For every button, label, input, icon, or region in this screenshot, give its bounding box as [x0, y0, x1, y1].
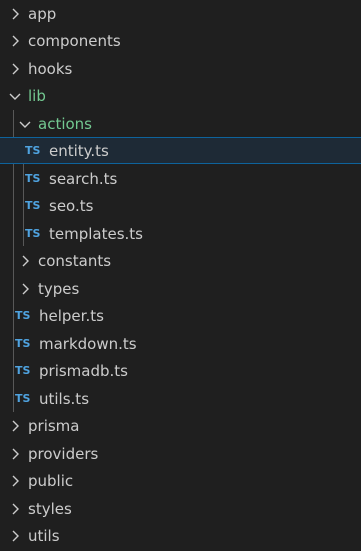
chevron-right-icon	[8, 529, 22, 543]
typescript-file-icon: TS	[15, 309, 31, 322]
tree-item-prismadb-ts[interactable]: TS prismadb.ts	[0, 357, 361, 384]
tree-item-label: search.ts	[49, 169, 118, 188]
tree-item-label: templates.ts	[49, 224, 143, 243]
tree-item-label: markdown.ts	[39, 334, 137, 353]
typescript-file-icon: TS	[25, 172, 41, 185]
tree-item-label: constants	[38, 251, 112, 270]
tree-item-label: seo.ts	[49, 196, 94, 215]
tree-item-constants[interactable]: constants	[0, 247, 361, 274]
tree-item-app[interactable]: app	[0, 0, 361, 27]
typescript-file-icon: TS	[15, 364, 31, 377]
tree-item-utils-ts[interactable]: TS utils.ts	[0, 385, 361, 412]
tree-item-types[interactable]: types	[0, 275, 361, 302]
tree-item-utils[interactable]: utils	[0, 522, 361, 549]
tree-item-label: helper.ts	[39, 306, 104, 325]
file-explorer-tree: app components hooks lib actions TS enti…	[0, 0, 361, 551]
tree-item-helper-ts[interactable]: TS helper.ts	[0, 302, 361, 329]
tree-item-label: types	[38, 279, 80, 298]
typescript-file-icon: TS	[15, 337, 31, 350]
tree-item-label: utils	[28, 526, 60, 545]
typescript-file-icon: TS	[25, 144, 41, 157]
chevron-right-icon	[18, 254, 32, 268]
tree-item-label: lib	[28, 86, 46, 105]
chevron-right-icon	[8, 62, 22, 76]
chevron-down-icon	[8, 89, 22, 103]
tree-item-lib[interactable]: lib	[0, 82, 361, 109]
tree-item-label: providers	[28, 444, 99, 463]
tree-item-label: styles	[28, 499, 72, 518]
chevron-right-icon	[8, 502, 22, 516]
tree-item-label: prismadb.ts	[39, 361, 128, 380]
chevron-right-icon	[8, 447, 22, 461]
chevron-right-icon	[18, 282, 32, 296]
tree-item-hooks[interactable]: hooks	[0, 55, 361, 82]
chevron-down-icon	[18, 117, 32, 131]
chevron-right-icon	[8, 474, 22, 488]
tree-item-seo-ts[interactable]: TS seo.ts	[0, 192, 361, 219]
tree-item-search-ts[interactable]: TS search.ts	[0, 165, 361, 192]
tree-item-label: actions	[38, 114, 92, 133]
tree-item-label: hooks	[28, 59, 73, 78]
typescript-file-icon: TS	[25, 227, 41, 240]
tree-item-entity-ts[interactable]: TS entity.ts	[0, 137, 361, 164]
tree-item-templates-ts[interactable]: TS templates.ts	[0, 220, 361, 247]
tree-item-markdown-ts[interactable]: TS markdown.ts	[0, 330, 361, 357]
tree-item-label: components	[28, 31, 121, 50]
tree-item-label: entity.ts	[49, 141, 109, 160]
tree-item-actions[interactable]: actions	[0, 110, 361, 137]
tree-item-label: public	[28, 471, 74, 490]
chevron-right-icon	[8, 7, 22, 21]
tree-item-label: utils.ts	[39, 389, 90, 408]
tree-item-styles[interactable]: styles	[0, 495, 361, 522]
typescript-file-icon: TS	[15, 392, 31, 405]
tree-item-providers[interactable]: providers	[0, 440, 361, 467]
tree-item-prisma[interactable]: prisma	[0, 412, 361, 439]
tree-item-label: prisma	[28, 416, 80, 435]
tree-item-label: app	[28, 4, 57, 23]
chevron-right-icon	[8, 419, 22, 433]
chevron-right-icon	[8, 34, 22, 48]
typescript-file-icon: TS	[25, 199, 41, 212]
tree-item-components[interactable]: components	[0, 27, 361, 54]
tree-item-public[interactable]: public	[0, 467, 361, 494]
